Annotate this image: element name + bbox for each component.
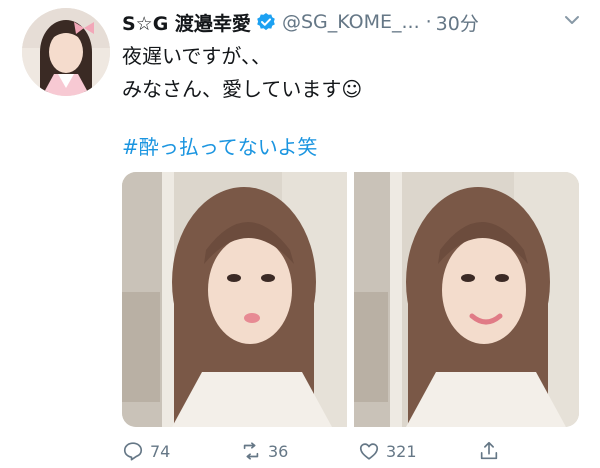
retweet-button[interactable]: 36 <box>240 438 288 464</box>
tweet-card[interactable]: S☆G 渡邉幸愛 @SG_KOME_... · 30分 夜遅いですが、、 みなさ… <box>0 0 600 468</box>
media-grid <box>122 172 579 427</box>
tweet-header: S☆G 渡邉幸愛 @SG_KOME_... · 30分 <box>122 8 592 36</box>
user-handle[interactable]: @SG_KOME_... <box>282 11 420 33</box>
share-button[interactable] <box>478 438 506 464</box>
display-name[interactable]: S☆G 渡邉幸愛 <box>122 9 251 36</box>
hashtag-link[interactable]: #酔っ払ってないよ笑 <box>122 131 317 160</box>
like-button[interactable]: 321 <box>358 438 417 464</box>
share-icon <box>480 441 498 460</box>
tweet-text-line: 夜遅いですが、、 <box>122 44 271 68</box>
reply-count: 74 <box>150 441 171 461</box>
verified-badge-icon <box>256 12 276 32</box>
header-separator: · <box>425 11 432 33</box>
reply-button[interactable]: 74 <box>122 438 170 464</box>
photo-1[interactable] <box>122 172 347 427</box>
retweet-icon <box>243 442 259 460</box>
chevron-down-icon[interactable] <box>562 10 582 30</box>
timestamp[interactable]: 30分 <box>436 9 479 36</box>
heart-icon <box>359 443 379 460</box>
reply-icon <box>123 442 143 461</box>
tweet-text: 夜遅いですが、、 みなさん、愛しています☺ <box>122 40 582 106</box>
tweet-actions: 74 36 321 <box>122 438 582 464</box>
photo-2[interactable] <box>354 172 579 427</box>
like-count: 321 <box>386 441 417 461</box>
avatar[interactable] <box>22 8 110 96</box>
retweet-count: 36 <box>268 441 289 461</box>
tweet-text-line: みなさん、愛しています☺ <box>122 77 363 101</box>
